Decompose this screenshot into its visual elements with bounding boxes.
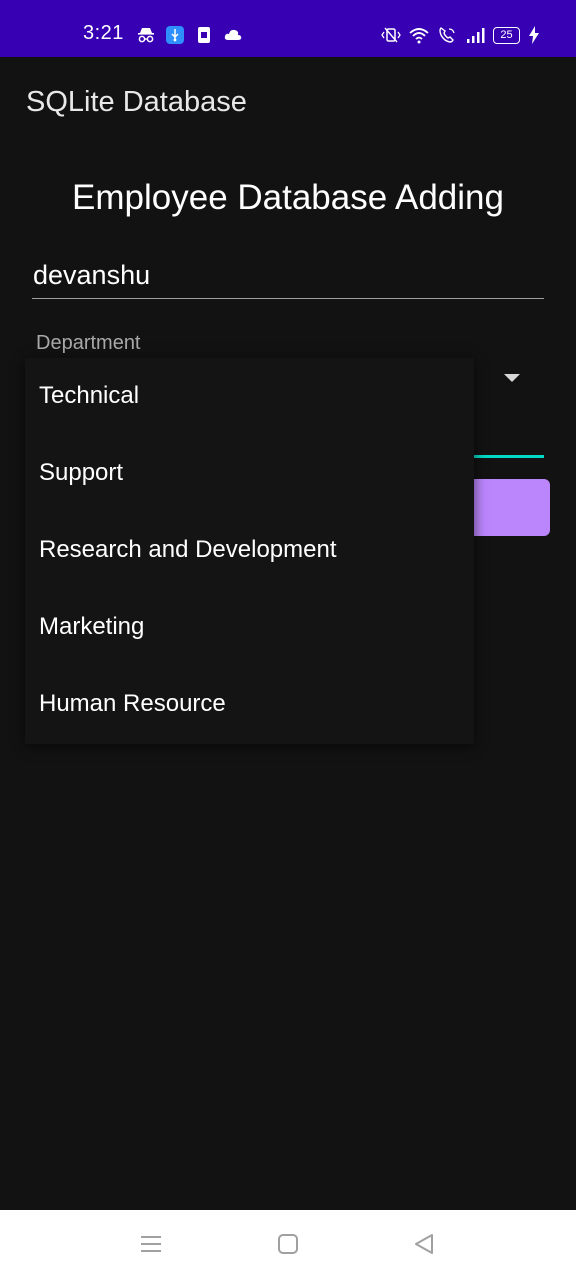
- charging-icon: [528, 26, 540, 44]
- employee-name-value: devanshu: [33, 260, 151, 290]
- app-title: SQLite Database: [26, 86, 247, 118]
- page-heading: Employee Database Adding: [72, 178, 504, 217]
- signal-icon: [465, 25, 485, 45]
- status-time: 3:21: [83, 22, 124, 44]
- spinner-underline: [472, 455, 544, 458]
- dropdown-item-label: Technical: [39, 382, 140, 409]
- dropdown-item-label: Human Resource: [39, 690, 226, 717]
- menu-icon[interactable]: [139, 1232, 163, 1256]
- dropdown-item-human-resource[interactable]: Human Resource: [25, 666, 474, 743]
- status-right-icons: 25: [381, 25, 540, 45]
- dropdown-item-label: Marketing: [39, 613, 145, 640]
- dropdown-item-label: Research and Development: [39, 536, 337, 563]
- department-dropdown-menu: Technical Support Research and Developme…: [25, 358, 474, 744]
- dropdown-item-label: Support: [39, 459, 124, 486]
- dropdown-item-technical[interactable]: Technical: [25, 358, 474, 435]
- incognito-icon: [136, 25, 156, 45]
- dropdown-item-research-and-development[interactable]: Research and Development: [25, 512, 474, 589]
- status-bar: 3:21 25: [0, 0, 576, 57]
- battery-icon: 25: [493, 26, 520, 44]
- status-left-icons: [136, 25, 243, 45]
- home-icon[interactable]: [276, 1232, 300, 1256]
- back-icon[interactable]: [412, 1232, 436, 1256]
- screen: 3:21 25 SQLite Database Employee Databas…: [0, 0, 576, 1280]
- cloud-icon: [223, 25, 243, 45]
- dropdown-item-marketing[interactable]: Marketing: [25, 589, 474, 666]
- dropdown-arrow-icon[interactable]: [504, 374, 520, 382]
- usb-icon: [165, 25, 185, 45]
- employee-name-input[interactable]: devanshu: [32, 256, 544, 299]
- vibrate-icon: [381, 25, 401, 45]
- wifi-calling-icon: [437, 25, 457, 45]
- navigation-bar: [0, 1210, 576, 1280]
- dropdown-item-support[interactable]: Support: [25, 435, 474, 512]
- wifi-icon: [409, 25, 429, 45]
- department-label: Department: [36, 332, 141, 354]
- sim-icon: [194, 25, 214, 45]
